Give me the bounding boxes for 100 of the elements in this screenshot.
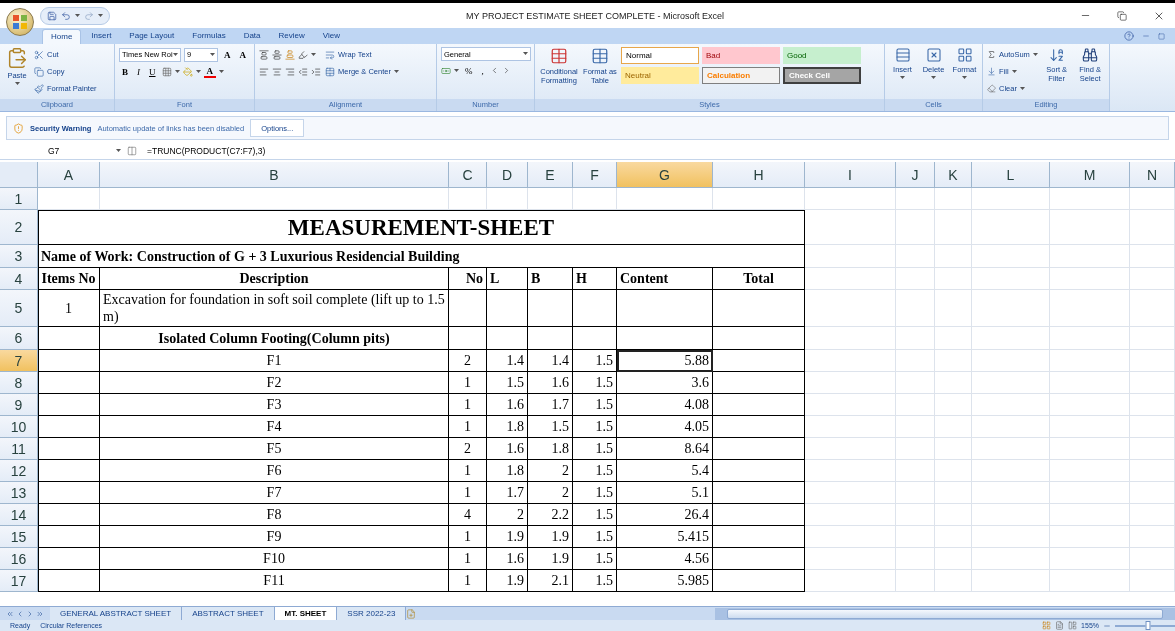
column-header[interactable]: J <box>896 162 935 188</box>
currency-icon <box>441 65 451 76</box>
page-break-icon <box>1068 621 1078 630</box>
table-cell: 1 <box>38 290 100 327</box>
cell-style[interactable]: Neutral <box>621 67 699 84</box>
row-header[interactable]: 13 <box>0 482 38 504</box>
sheet-tab[interactable]: GENERAL ABSTRACT SHEET <box>50 607 183 620</box>
table-cell: 1.5 <box>573 372 617 394</box>
row-header[interactable]: 17 <box>0 570 38 592</box>
caret-icon <box>98 13 103 18</box>
comma-button[interactable]: , <box>478 65 487 76</box>
empty-cell <box>1130 570 1175 592</box>
empty-cell <box>935 245 972 268</box>
table-cell: 2 <box>487 504 528 526</box>
italic-button[interactable]: I <box>134 66 143 77</box>
caret-icon <box>210 52 215 57</box>
empty-cell <box>935 548 972 570</box>
ribbon-tab[interactable]: Data <box>235 29 269 44</box>
column-header[interactable]: M <box>1050 162 1130 188</box>
row-header[interactable]: 15 <box>0 526 38 548</box>
empty-cell <box>935 438 972 460</box>
percent-button[interactable]: % <box>462 65 476 76</box>
sheet-tab[interactable]: MT. SHEET <box>274 607 338 620</box>
column-header[interactable]: I <box>805 162 896 188</box>
column-header[interactable]: A <box>38 162 100 188</box>
caret-icon <box>900 76 905 80</box>
select-all-corner[interactable] <box>0 162 38 188</box>
row-header[interactable]: 8 <box>0 372 38 394</box>
empty-cell <box>896 268 935 290</box>
underline-button[interactable]: U <box>146 66 159 77</box>
table-cell: Excavation for foundation in soft soil complete (lift up to 1.5 m) <box>100 290 449 327</box>
sheet-tab[interactable]: ABSTRACT SHEET <box>182 607 275 620</box>
empty-cell <box>896 245 935 268</box>
column-header[interactable]: F <box>573 162 617 188</box>
row-header[interactable]: 10 <box>0 416 38 438</box>
column-header[interactable]: H <box>713 162 805 188</box>
column-header[interactable]: C <box>449 162 487 188</box>
ribbon-tab[interactable]: View <box>314 29 348 44</box>
table-cell: 1 <box>449 372 487 394</box>
empty-cell <box>935 268 972 290</box>
cell-style[interactable]: Normal <box>621 47 699 64</box>
row-header[interactable]: 11 <box>0 438 38 460</box>
cell-style[interactable]: Bad <box>702 47 780 64</box>
empty-cell <box>1130 416 1175 438</box>
zoom-thumb[interactable] <box>1145 620 1151 630</box>
column-header[interactable]: E <box>528 162 573 188</box>
table-cell: 4 <box>449 504 487 526</box>
empty-cell <box>1130 526 1175 548</box>
ribbon-tab[interactable]: Home <box>42 29 82 44</box>
table-cell[interactable]: 5.88 <box>617 350 713 372</box>
empty-cell <box>896 526 935 548</box>
empty-cell <box>1130 394 1175 416</box>
grow-font-button[interactable]: A <box>221 49 234 60</box>
column-header[interactable]: G <box>617 162 713 188</box>
empty-cell <box>528 188 573 210</box>
square-x-icon <box>925 47 942 63</box>
horizontal-scrollbar[interactable] <box>715 607 1175 620</box>
row-header[interactable]: 16 <box>0 548 38 570</box>
bold-button[interactable]: B <box>119 66 131 77</box>
name-box[interactable]: G7 <box>0 146 110 156</box>
align-left-icon <box>259 66 269 77</box>
row-header[interactable]: 6 <box>0 327 38 350</box>
empty-cell <box>1130 548 1175 570</box>
formula-field[interactable]: =TRUNC(PRODUCT(C7:F7),3) <box>143 146 1175 156</box>
shrink-font-button[interactable]: A <box>236 49 249 60</box>
row-header[interactable]: 7 <box>0 350 38 372</box>
ribbon-tab[interactable]: Page Layout <box>121 29 183 44</box>
row-header[interactable]: 4 <box>0 268 38 290</box>
font-color-button[interactable]: A <box>203 65 216 78</box>
sort-icon <box>1048 47 1065 63</box>
column-header[interactable]: K <box>935 162 972 188</box>
office-button[interactable] <box>6 7 34 36</box>
redo-icon <box>84 10 94 21</box>
ribbon-tab[interactable]: Formulas <box>184 29 234 44</box>
ribbon-tab[interactable]: Insert <box>83 29 120 44</box>
row-header[interactable]: 1 <box>0 188 38 210</box>
row-header[interactable]: 12 <box>0 460 38 482</box>
row-header[interactable]: 9 <box>0 394 38 416</box>
align-center-icon <box>272 66 282 77</box>
ribbon-tab[interactable]: Review <box>270 29 313 44</box>
cell-style[interactable]: Good <box>783 47 861 64</box>
align-bottom-icon <box>285 49 295 60</box>
row-header[interactable]: 5 <box>0 290 38 327</box>
caret-icon <box>75 13 80 18</box>
zoom-slider[interactable] <box>1115 624 1175 627</box>
row-header[interactable]: 14 <box>0 504 38 526</box>
table-cell: 2.1 <box>528 570 573 592</box>
table-cell: 1.5 <box>573 394 617 416</box>
row-header[interactable]: 2 <box>0 210 38 245</box>
row-header[interactable]: 3 <box>0 245 38 268</box>
table-cell: 1.5 <box>528 416 573 438</box>
column-header[interactable]: N <box>1130 162 1175 188</box>
table-cell: 1.5 <box>573 482 617 504</box>
table-cell: 2 <box>449 438 487 460</box>
column-header[interactable]: D <box>487 162 528 188</box>
empty-cell <box>896 327 935 350</box>
column-header[interactable]: L <box>972 162 1050 188</box>
table-cell: 1 <box>449 416 487 438</box>
column-header[interactable]: B <box>100 162 449 188</box>
sheet-tab[interactable]: SSR 2022-23 <box>337 607 407 620</box>
